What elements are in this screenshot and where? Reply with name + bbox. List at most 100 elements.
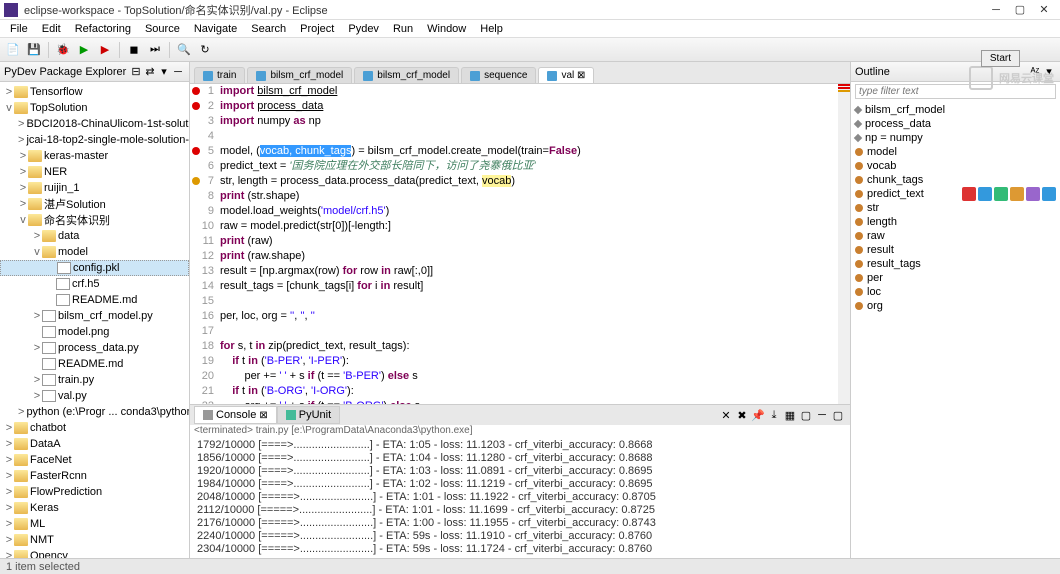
tree-item[interactable]: >python (e:\Progr ... conda3\python.exe) (0, 404, 189, 420)
minimize-button[interactable]: ─ (984, 1, 1008, 19)
outline-item[interactable]: raw (855, 229, 1056, 243)
refresh-icon[interactable]: ↻ (196, 41, 214, 59)
ext-tools-icon[interactable]: ▶ (96, 41, 114, 59)
outline-title: Outline (855, 66, 1028, 78)
tree-item[interactable]: model.png (0, 324, 189, 340)
maximize-button[interactable]: ▢ (1008, 1, 1032, 19)
debug-icon[interactable]: 🐞 (54, 41, 72, 59)
tree-item[interactable]: >Keras (0, 500, 189, 516)
console-max-icon[interactable]: ▢ (830, 407, 846, 423)
tree-item[interactable]: >FlowPrediction (0, 484, 189, 500)
tree-item[interactable]: >NMT (0, 532, 189, 548)
tree-item[interactable]: config.pkl (0, 260, 189, 276)
menu-bar: FileEditRefactoringSourceNavigateSearchP… (0, 20, 1060, 38)
console-scroll-icon[interactable]: ⤓ (766, 407, 782, 423)
tree-item[interactable]: >BDCI2018-ChinaUlicom-1st-solution-maste… (0, 116, 189, 132)
tree-item[interactable]: >jcai-18-top2-single-mole-solution-maste… (0, 132, 189, 148)
tree-item[interactable]: v命名实体识别 (0, 212, 189, 228)
run-icon[interactable]: ▶ (75, 41, 93, 59)
tab-val[interactable]: val ⊠ (538, 67, 594, 83)
tab-bilsm_crf_model[interactable]: bilsm_crf_model (354, 67, 459, 83)
console-output[interactable]: 1792/10000 [====>.......................… (190, 439, 850, 558)
tree-item[interactable]: >train.py (0, 372, 189, 388)
outline-filter[interactable] (855, 84, 1056, 99)
outline-item[interactable]: process_data (855, 117, 1056, 131)
editor-tabs: trainbilsm_crf_modelbilsm_crf_modelseque… (190, 62, 850, 84)
tree-item[interactable]: README.md (0, 292, 189, 308)
tab-bilsm_crf_model[interactable]: bilsm_crf_model (247, 67, 352, 83)
app-icon (4, 3, 18, 17)
skip-icon[interactable]: ⏭ (146, 41, 164, 59)
console-header: <terminated> train.py [e:\ProgramData\An… (190, 425, 850, 439)
menu-pydev[interactable]: Pydev (342, 22, 385, 36)
start-button[interactable]: Start (981, 50, 1020, 67)
tree-item[interactable]: >ruijin_1 (0, 180, 189, 196)
outline-item[interactable]: loc (855, 285, 1056, 299)
close-button[interactable]: ✕ (1032, 1, 1056, 19)
outline-menu-icon[interactable]: ▾ (1042, 65, 1056, 79)
outline-item[interactable]: org (855, 299, 1056, 313)
tree-item[interactable]: >Tensorflow (0, 84, 189, 100)
outline-item[interactable]: model (855, 145, 1056, 159)
console-pin-icon[interactable]: 📌 (750, 407, 766, 423)
outline-item[interactable]: vocab (855, 159, 1056, 173)
tree-item[interactable]: >FaceNet (0, 452, 189, 468)
tree-item[interactable]: >NER (0, 164, 189, 180)
menu-file[interactable]: File (4, 22, 34, 36)
outline-item[interactable]: per (855, 271, 1056, 285)
tab-pyunit[interactable]: PyUnit (277, 406, 340, 424)
console-clear-icon[interactable]: ✕ (718, 407, 734, 423)
new-icon[interactable]: 📄 (4, 41, 22, 59)
tree-item[interactable]: >湛卢Solution (0, 196, 189, 212)
outline-item[interactable]: chunk_tags (855, 173, 1056, 187)
outline-item[interactable]: np = numpy (855, 131, 1056, 145)
outline-item[interactable]: length (855, 215, 1056, 229)
tree-item[interactable]: README.md (0, 356, 189, 372)
outline-item[interactable]: bilsm_crf_model (855, 103, 1056, 117)
save-icon[interactable]: 💾 (25, 41, 43, 59)
collapse-all-icon[interactable]: ⊟ (129, 65, 143, 79)
tab-console[interactable]: Console ⊠ (194, 406, 277, 424)
toolbar: 📄 💾 🐞 ▶ ▶ ◼ ⏭ 🔍 ↻ (0, 38, 1060, 62)
link-editor-icon[interactable]: ⇄ (143, 65, 157, 79)
tree-item[interactable]: >keras-master (0, 148, 189, 164)
search-icon[interactable]: 🔍 (175, 41, 193, 59)
tree-item[interactable]: >ML (0, 516, 189, 532)
menu-window[interactable]: Window (421, 22, 472, 36)
view-menu-icon[interactable]: ▾ (157, 65, 171, 79)
tab-sequence[interactable]: sequence (461, 67, 536, 83)
menu-navigate[interactable]: Navigate (188, 22, 243, 36)
menu-search[interactable]: Search (245, 22, 292, 36)
tree-item[interactable]: >val.py (0, 388, 189, 404)
outline-item[interactable]: result_tags (855, 257, 1056, 271)
tree-item[interactable]: >bilsm_crf_model.py (0, 308, 189, 324)
tree-item[interactable]: crf.h5 (0, 276, 189, 292)
menu-edit[interactable]: Edit (36, 22, 67, 36)
tree-item[interactable]: >data (0, 228, 189, 244)
menu-help[interactable]: Help (474, 22, 509, 36)
minimize-panel-icon[interactable]: ─ (171, 65, 185, 79)
outline-item[interactable]: result (855, 243, 1056, 257)
menu-refactoring[interactable]: Refactoring (69, 22, 137, 36)
console-open-icon[interactable]: ▢ (798, 407, 814, 423)
outline-item[interactable]: str (855, 201, 1056, 215)
outline-sort-icon[interactable]: ᴬᶻ (1028, 65, 1042, 79)
package-tree[interactable]: >TensorflowvTopSolution>BDCI2018-ChinaUl… (0, 82, 189, 558)
tree-item[interactable]: >DataA (0, 436, 189, 452)
console-min-icon[interactable]: ─ (814, 407, 830, 423)
menu-run[interactable]: Run (387, 22, 419, 36)
tree-item[interactable]: >FasterRcnn (0, 468, 189, 484)
tree-item[interactable]: >Opencv (0, 548, 189, 558)
code-editor[interactable]: 1234567891011121314151617181920212223242… (190, 84, 850, 404)
tree-item[interactable]: vTopSolution (0, 100, 189, 116)
tab-train[interactable]: train (194, 67, 245, 83)
tree-item[interactable]: >process_data.py (0, 340, 189, 356)
tree-item[interactable]: >chatbot (0, 420, 189, 436)
console-display-icon[interactable]: ▦ (782, 407, 798, 423)
console-remove-icon[interactable]: ✖ (734, 407, 750, 423)
menu-project[interactable]: Project (294, 22, 340, 36)
outline-list[interactable]: bilsm_crf_modelprocess_datanp = numpymod… (851, 101, 1060, 558)
stop-icon[interactable]: ◼ (125, 41, 143, 59)
menu-source[interactable]: Source (139, 22, 186, 36)
tree-item[interactable]: vmodel (0, 244, 189, 260)
